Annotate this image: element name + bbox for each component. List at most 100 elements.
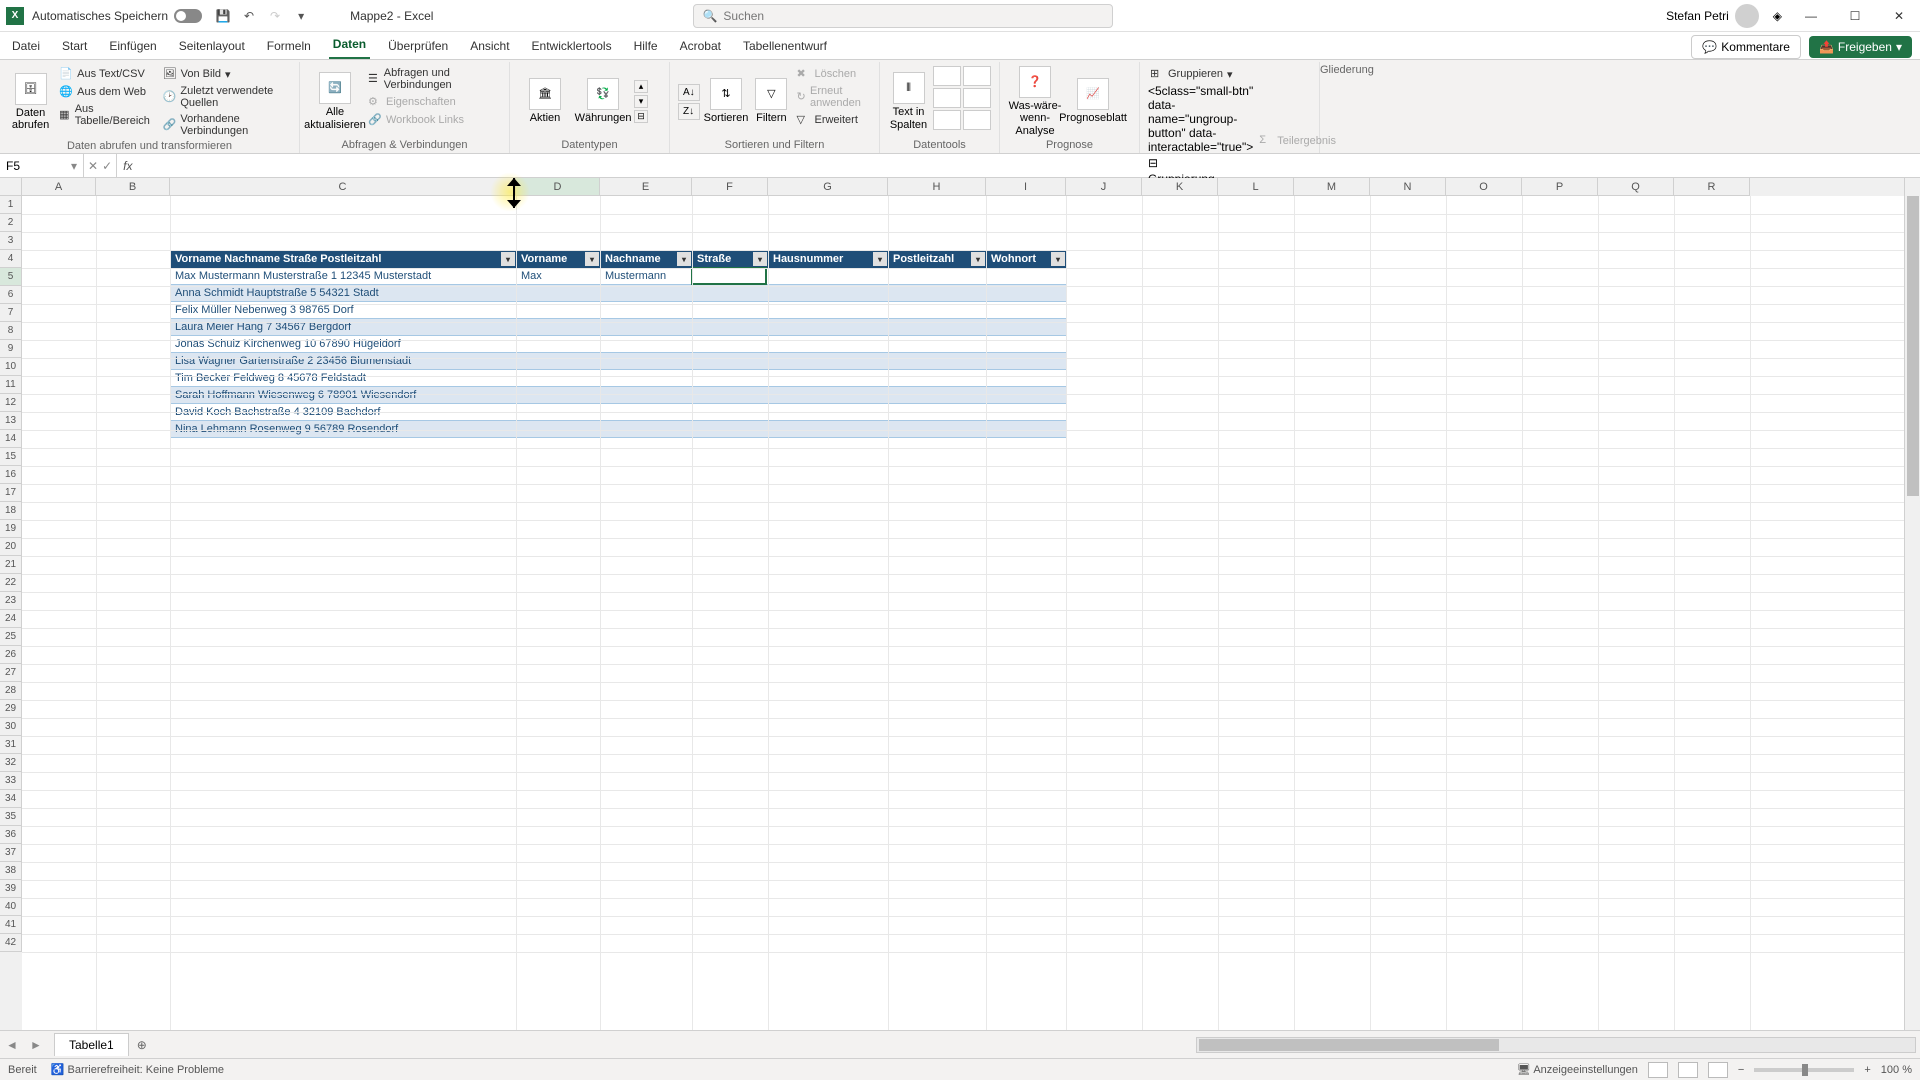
table-header[interactable]: Vorname Nachname Straße Postleitzahl▾ [171, 251, 517, 268]
table-cell[interactable] [693, 387, 769, 404]
ribbon-tab-entwicklertools[interactable]: Entwicklertools [528, 33, 616, 59]
table-cell[interactable] [889, 421, 987, 438]
filter-button[interactable]: ▽ Filtern [752, 66, 790, 137]
datatype-more-icon[interactable]: ⊟ [634, 110, 648, 123]
table-cell[interactable] [769, 421, 889, 438]
zoom-in-button[interactable]: + [1864, 1064, 1870, 1076]
ribbon-tab-überprüfen[interactable]: Überprüfen [384, 33, 452, 59]
what-if-button[interactable]: ❓ Was-wäre-wenn-Analyse [1008, 66, 1062, 137]
column-header[interactable]: M [1294, 178, 1370, 196]
table-cell[interactable] [693, 370, 769, 387]
table-cell[interactable] [769, 370, 889, 387]
close-button[interactable]: ✕ [1884, 4, 1914, 28]
table-cell[interactable] [517, 285, 601, 302]
table-cell[interactable]: Mustermann [601, 268, 693, 285]
queries-connections-button[interactable]: ☰Abfragen und Verbindungen [366, 66, 501, 92]
zoom-level[interactable]: 100 % [1881, 1064, 1912, 1076]
table-cell[interactable] [693, 353, 769, 370]
ribbon-tab-ansicht[interactable]: Ansicht [466, 33, 513, 59]
sheet-tab-1[interactable]: Tabelle1 [54, 1033, 129, 1056]
table-cell[interactable] [517, 370, 601, 387]
table-cell[interactable] [769, 336, 889, 353]
row-header[interactable]: 26 [0, 646, 22, 664]
table-cell[interactable] [693, 268, 769, 285]
column-header[interactable]: P [1522, 178, 1598, 196]
column-headers[interactable]: ABCDEFGHIJKLMNOPQR [22, 178, 1904, 196]
table-header[interactable]: Postleitzahl▾ [889, 251, 987, 268]
table-cell[interactable] [517, 336, 601, 353]
advanced-filter-button[interactable]: ▽Erweitert [794, 112, 871, 128]
column-header[interactable]: A [22, 178, 96, 196]
share-button[interactable]: 📤 Freigeben ▾ [1809, 36, 1912, 58]
row-header[interactable]: 38 [0, 862, 22, 880]
table-cell[interactable] [769, 353, 889, 370]
table-cell[interactable] [889, 387, 987, 404]
table-cell[interactable] [601, 353, 693, 370]
row-header[interactable]: 40 [0, 898, 22, 916]
row-header[interactable]: 19 [0, 520, 22, 538]
cancel-formula-icon[interactable]: ✕ [88, 159, 98, 173]
toggle-icon[interactable] [174, 9, 202, 23]
row-header[interactable]: 16 [0, 466, 22, 484]
table-cell[interactable] [987, 421, 1067, 438]
table-cell[interactable] [889, 370, 987, 387]
filter-dropdown-icon[interactable]: ▾ [971, 252, 985, 266]
page-break-view-button[interactable] [1708, 1062, 1728, 1078]
table-cell[interactable]: Jonas Schulz Kirchenweg 10 67890 Hügeldo… [171, 336, 517, 353]
text-to-columns-button[interactable]: ⫴ Text in Spalten [888, 66, 929, 137]
table-cell[interactable] [889, 285, 987, 302]
row-header[interactable]: 31 [0, 736, 22, 754]
table-cell[interactable] [601, 336, 693, 353]
table-cell[interactable] [601, 387, 693, 404]
filter-dropdown-icon[interactable]: ▾ [585, 252, 599, 266]
column-header[interactable]: E [600, 178, 692, 196]
data-model-button[interactable] [963, 110, 991, 130]
table-cell[interactable]: Sarah Hoffmann Wiesenweg 6 78901 Wiesend… [171, 387, 517, 404]
table-cell[interactable] [987, 268, 1067, 285]
name-box[interactable]: F5 ▾ [0, 154, 84, 177]
undo-icon[interactable]: ↶ [240, 7, 258, 25]
table-header[interactable]: Wohnort▾ [987, 251, 1067, 268]
row-header[interactable]: 9 [0, 340, 22, 358]
consolidate-button[interactable] [963, 88, 991, 108]
row-header[interactable]: 5 [0, 268, 22, 286]
row-header[interactable]: 34 [0, 790, 22, 808]
row-header[interactable]: 6 [0, 286, 22, 304]
row-header[interactable]: 17 [0, 484, 22, 502]
table-cell[interactable]: Max Mustermann Musterstraße 1 12345 Must… [171, 268, 517, 285]
column-header[interactable]: F [692, 178, 768, 196]
zoom-slider[interactable] [1754, 1068, 1854, 1072]
user-account[interactable]: Stefan Petri [1666, 4, 1759, 28]
filter-dropdown-icon[interactable]: ▾ [677, 252, 691, 266]
ribbon-tab-hilfe[interactable]: Hilfe [630, 33, 662, 59]
table-header[interactable]: Straße▾ [693, 251, 769, 268]
table-cell[interactable] [517, 421, 601, 438]
table-cell[interactable]: Nina Lehmann Rosenweg 9 56789 Rosendorf [171, 421, 517, 438]
row-header[interactable]: 39 [0, 880, 22, 898]
sort-az-icon[interactable]: A↓ [678, 84, 700, 101]
refresh-all-button[interactable]: 🔄 Alle aktualisieren [308, 66, 362, 137]
row-header[interactable]: 24 [0, 610, 22, 628]
horizontal-scrollbar[interactable] [1196, 1037, 1916, 1053]
table-cell[interactable] [987, 387, 1067, 404]
forecast-sheet-button[interactable]: 📈 Prognoseblatt [1066, 66, 1120, 137]
minimize-button[interactable]: — [1796, 4, 1826, 28]
data-table[interactable]: Vorname Nachname Straße Postleitzahl▾Vor… [170, 250, 1067, 438]
table-cell[interactable] [987, 353, 1067, 370]
display-settings-button[interactable]: 🖥 Anzeigeeinstellungen [1517, 1063, 1638, 1076]
table-cell[interactable] [517, 387, 601, 404]
formula-input[interactable] [138, 154, 1920, 177]
accessibility-status[interactable]: ♿ Barrierefreiheit: Keine Probleme [51, 1063, 224, 1076]
filter-dropdown-icon[interactable]: ▾ [873, 252, 887, 266]
table-header[interactable]: Nachname▾ [601, 251, 693, 268]
row-header[interactable]: 41 [0, 916, 22, 934]
save-icon[interactable]: 💾 [214, 7, 232, 25]
redo-icon[interactable]: ↷ [266, 7, 284, 25]
column-header[interactable]: R [1674, 178, 1750, 196]
row-header[interactable]: 15 [0, 448, 22, 466]
chevron-down-icon[interactable]: ▾ [71, 159, 77, 173]
row-header[interactable]: 37 [0, 844, 22, 862]
row-header[interactable]: 33 [0, 772, 22, 790]
table-cell[interactable] [987, 336, 1067, 353]
row-header[interactable]: 13 [0, 412, 22, 430]
